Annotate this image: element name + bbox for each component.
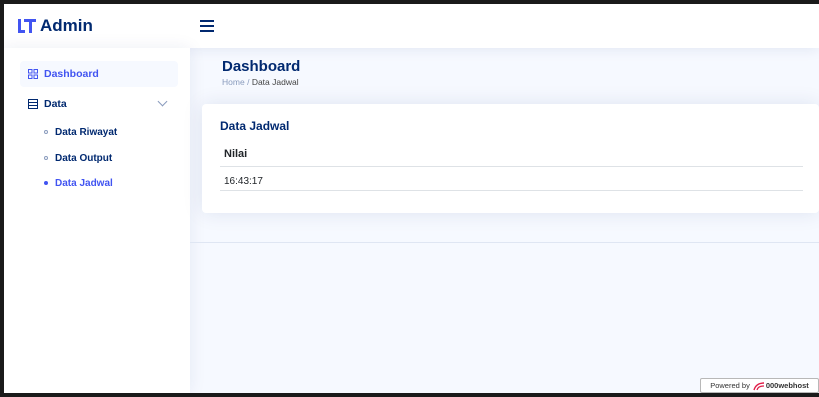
table-divider [220, 166, 803, 167]
powered-by-badge[interactable]: Powered by 000webhost [700, 378, 819, 393]
breadcrumb-separator: / [247, 77, 250, 87]
table-icon [28, 99, 38, 109]
logo-text: Admin [40, 16, 93, 35]
card-title: Data Jadwal [220, 119, 290, 133]
table-divider [220, 190, 803, 191]
top-header: Admin [4, 4, 819, 48]
breadcrumb-home[interactable]: Home [222, 77, 245, 87]
circle-icon [44, 181, 48, 185]
logo-icon [18, 19, 36, 33]
circle-icon [44, 156, 48, 160]
sidebar-item-label: Data [44, 98, 67, 110]
page-title: Dashboard [222, 58, 301, 75]
hamburger-icon[interactable] [200, 20, 214, 32]
sidebar-item-data[interactable]: Data [20, 91, 178, 117]
breadcrumb-current: Data Jadwal [251, 77, 299, 87]
table-header-nilai: Nilai [224, 148, 248, 160]
data-card: Data Jadwal Nilai 16:43:17 [202, 104, 819, 213]
sidebar-subitem-data-riwayat[interactable]: Data Riwayat [44, 125, 117, 139]
sidebar-subitem-data-output[interactable]: Data Output [44, 151, 112, 165]
sidebar-item-label: Dashboard [44, 68, 99, 80]
sidebar-item-dashboard[interactable]: Dashboard [20, 61, 178, 87]
sidebar-subitem-label: Data Output [55, 152, 113, 164]
sidebar: Dashboard Data Data Riwayat Data Output … [4, 48, 190, 393]
sidebar-subitem-label: Data Jadwal [55, 177, 113, 189]
badge-brand: 000webhost [765, 381, 809, 390]
logo[interactable]: Admin [4, 16, 190, 36]
breadcrumb: Home / Data Jadwal [222, 77, 299, 87]
table-cell: 16:43:17 [224, 176, 263, 187]
chevron-down-icon [157, 96, 168, 107]
badge-prefix: Powered by [710, 381, 750, 390]
webhost-logo-icon [753, 381, 764, 390]
sidebar-subitem-label: Data Riwayat [55, 126, 118, 138]
footer-divider [190, 242, 819, 243]
sidebar-subitem-data-jadwal[interactable]: Data Jadwal [44, 176, 113, 190]
circle-icon [44, 130, 48, 134]
grid-icon [28, 69, 38, 79]
app-frame: Admin Dashboard Data Data Riwayat Data O… [4, 4, 819, 393]
